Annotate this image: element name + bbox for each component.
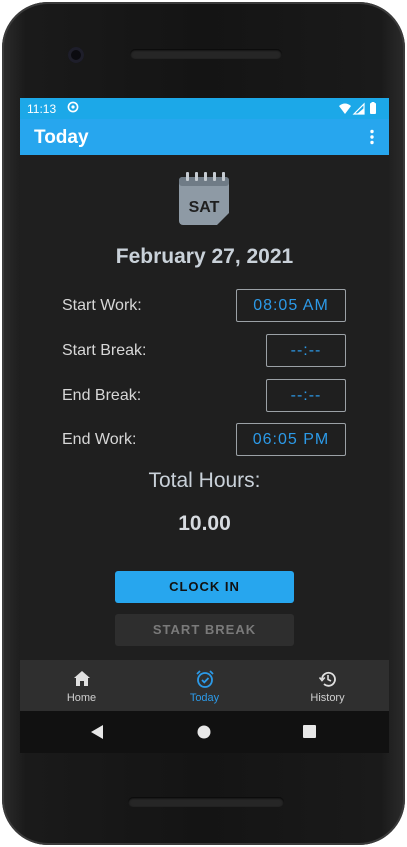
- front-camera: [68, 47, 84, 63]
- more-vert-icon[interactable]: [369, 129, 375, 145]
- calendar-icon: SAT: [179, 172, 229, 225]
- end-work-label: End Work:: [62, 431, 137, 448]
- wifi-icon: [339, 103, 351, 114]
- back-icon[interactable]: [90, 724, 104, 740]
- screen: 11:13 Today SAT February 27, 2021 Start …: [20, 98, 389, 711]
- nav-label-history: History: [310, 692, 345, 704]
- nav-item-home[interactable]: Home: [20, 660, 143, 711]
- end-break-time[interactable]: --:--: [266, 379, 346, 412]
- clock-in-button[interactable]: CLOCK IN: [115, 571, 294, 603]
- bottom-navigation: Home Today History: [20, 660, 389, 711]
- main-content: SAT February 27, 2021 Start Work: 08:05 …: [20, 155, 389, 660]
- system-navigation-bar: [20, 711, 389, 753]
- nav-label-home: Home: [66, 692, 97, 704]
- end-break-label: End Break:: [62, 387, 142, 404]
- history-icon: [318, 671, 336, 687]
- calendar-day-text: SAT: [189, 199, 220, 216]
- nav-item-today[interactable]: Today: [143, 660, 266, 711]
- alarm-clock-icon: [195, 670, 214, 688]
- total-hours-value: 10.00: [178, 512, 231, 535]
- start-work-label: Start Work:: [62, 297, 142, 314]
- sync-icon: [67, 101, 79, 113]
- nav-item-history[interactable]: History: [266, 660, 389, 711]
- recent-apps-icon[interactable]: [303, 725, 316, 738]
- status-icons: [339, 102, 376, 115]
- start-break-button[interactable]: START BREAK: [115, 614, 294, 646]
- start-break-label: Start Break:: [62, 342, 147, 359]
- status-bar: 11:13: [20, 98, 389, 119]
- start-break-time[interactable]: --:--: [266, 334, 346, 367]
- home-icon: [73, 671, 90, 686]
- status-time: 11:13: [27, 102, 57, 116]
- start-work-time[interactable]: 08:05 AM: [236, 289, 346, 322]
- total-hours-label: Total Hours:: [148, 469, 261, 492]
- page-title: Today: [34, 127, 89, 148]
- home-button-icon[interactable]: [197, 725, 211, 739]
- date-heading: February 27, 2021: [115, 245, 294, 268]
- end-work-time[interactable]: 06:05 PM: [236, 423, 346, 456]
- app-bar: Today: [20, 119, 389, 155]
- battery-icon: [370, 103, 376, 114]
- top-speaker: [130, 49, 282, 59]
- nav-label-today: Today: [189, 692, 220, 704]
- bottom-speaker: [128, 797, 284, 807]
